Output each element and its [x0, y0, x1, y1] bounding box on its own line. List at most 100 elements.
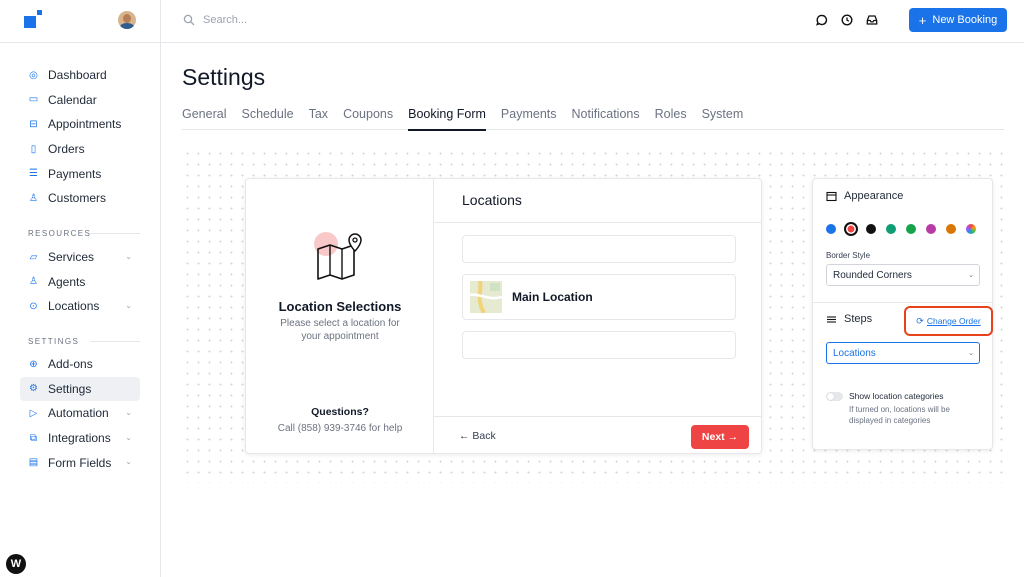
sidebar-item-settings[interactable]: ⚙ Settings	[20, 376, 140, 402]
inbox-icon: ⊟	[29, 118, 38, 130]
sidebar-item-label: Orders	[48, 142, 85, 157]
tab-general[interactable]: General	[182, 106, 226, 130]
sidebar-item-locations[interactable]: ⊙ Locations ⌄	[20, 294, 140, 319]
questions-title: Questions?	[311, 406, 369, 418]
preview-side-panel: Location Selections Please select a loca…	[246, 179, 434, 453]
sidebar-item-dashboard[interactable]: ◎ Dashboard	[20, 63, 140, 88]
locations-heading: Locations	[462, 192, 522, 208]
sidebar-item-label: Settings	[48, 381, 92, 396]
inbox-icon[interactable]	[865, 13, 879, 27]
chat-icon[interactable]	[815, 13, 829, 27]
sidebar-item-label: Form Fields	[48, 455, 112, 470]
plus-icon: +	[918, 12, 927, 28]
sidebar-item-services[interactable]: ▱ Services ⌄	[20, 245, 140, 270]
wordpress-icon[interactable]: W	[6, 554, 26, 574]
chevron-down-icon: ⌄	[968, 350, 974, 357]
color-swatch[interactable]	[926, 224, 936, 234]
page-title: Settings	[182, 64, 266, 90]
payments-icon: ☰	[29, 168, 38, 180]
border-style-value: Rounded Corners	[833, 269, 912, 281]
sidebar-item-label: Calendar	[48, 92, 97, 107]
settings-tabs: General Schedule Tax Coupons Booking For…	[182, 106, 1004, 131]
sidebar-item-form-fields[interactable]: ▤ Form Fields ⌄	[20, 450, 140, 475]
search-input[interactable]	[203, 11, 403, 29]
color-swatch[interactable]	[826, 224, 836, 234]
appearance-header: Appearance	[826, 190, 903, 202]
color-swatches	[826, 222, 986, 236]
steps-value: Locations	[833, 347, 876, 359]
refresh-icon: ⟳	[916, 315, 924, 326]
color-swatch[interactable]	[906, 224, 916, 234]
clock-icon[interactable]	[840, 13, 854, 27]
main-nav: ◎ Dashboard ▭ Calendar ⊟ Appointments ▯ Orde…	[20, 63, 140, 211]
tab-payments[interactable]: Payments	[501, 106, 557, 130]
sidebar: ◎ Dashboard ▭ Calendar ⊟ Appointments ▯ Orde…	[0, 0, 161, 577]
sidebar-item-label: Customers	[48, 191, 107, 206]
steps-label: Steps	[844, 313, 873, 325]
tab-roles[interactable]: Roles	[655, 106, 687, 130]
appearance-label: Appearance	[844, 190, 904, 202]
sidebar-item-payments[interactable]: ☰ Payments	[20, 161, 140, 186]
folder-icon: ▱	[29, 251, 38, 263]
chevron-down-icon: ⌄	[968, 272, 974, 279]
sidebar-item-orders[interactable]: ▯ Orders	[20, 137, 140, 162]
sidebar-item-label: Automation	[48, 406, 109, 421]
user-icon: ♙	[29, 192, 38, 204]
form-icon: ▤	[28, 457, 39, 469]
color-swatch[interactable]	[866, 224, 876, 234]
sidebar-item-integrations[interactable]: ⧉ Integrations ⌄	[20, 426, 140, 451]
next-button[interactable]: Next →	[691, 425, 749, 449]
tab-notifications[interactable]: Notifications	[572, 106, 640, 130]
tab-coupons[interactable]: Coupons	[343, 106, 393, 130]
tab-tax[interactable]: Tax	[309, 106, 328, 130]
color-picker-swatch[interactable]	[966, 224, 976, 234]
map-illustration-icon	[314, 232, 362, 280]
sidebar-item-agents[interactable]: ♙ Agents	[20, 270, 140, 295]
sidebar-item-appointments[interactable]: ⊟ Appointments	[20, 112, 140, 137]
sidebar-item-calendar[interactable]: ▭ Calendar	[20, 88, 140, 113]
tab-system[interactable]: System	[702, 106, 744, 130]
color-swatch[interactable]	[946, 224, 956, 234]
location-name: Main Location	[512, 290, 593, 304]
plus-circle-icon: ⊕	[29, 358, 38, 370]
chevron-down-icon: ⌄	[125, 408, 132, 418]
tab-schedule[interactable]: Schedule	[241, 106, 293, 130]
chevron-down-icon: ⌄	[125, 432, 132, 442]
dashboard-icon: ◎	[29, 69, 38, 81]
divider	[434, 416, 761, 417]
color-swatch-selected[interactable]	[844, 222, 858, 236]
sidebar-item-customers[interactable]: ♙ Customers	[20, 186, 140, 211]
chevron-down-icon: ⌄	[125, 252, 132, 261]
location-selections-subtitle: Please select a location for your appoin…	[280, 318, 400, 342]
avatar[interactable]	[118, 11, 136, 29]
sidebar-item-label: Dashboard	[48, 68, 107, 83]
new-booking-button[interactable]: + New Booking	[909, 8, 1007, 32]
border-style-select[interactable]: Rounded Corners ⌄	[826, 264, 980, 286]
steps-select[interactable]: Locations ⌄	[826, 342, 980, 364]
questions-phone: Call (858) 939-3746 for help	[277, 423, 403, 434]
calendar-icon: ▭	[28, 94, 39, 106]
new-booking-label: New Booking	[932, 14, 998, 26]
location-placeholder	[462, 235, 736, 263]
location-option-main[interactable]: Main Location	[462, 274, 736, 320]
app-logo[interactable]	[24, 10, 42, 28]
booking-form-preview: Location Selections Please select a loca…	[245, 178, 762, 454]
sidebar-item-label: Add-ons	[48, 357, 93, 372]
sidebar-item-automation[interactable]: ▷ Automation ⌄	[20, 401, 140, 426]
location-placeholder	[462, 331, 736, 359]
customization-panel: Appearance Border Style Rounded Corners …	[812, 178, 993, 450]
play-icon: ▷	[29, 407, 38, 419]
sidebar-item-label: Services	[48, 250, 95, 265]
preview-main: Locations Main Location ← Back Next →	[434, 179, 761, 453]
change-order-button[interactable]: ⟳ Change Order	[904, 306, 993, 336]
tab-booking-form[interactable]: Booking Form	[408, 106, 486, 131]
section-label-settings: SETTINGS	[28, 337, 140, 346]
show-location-categories-toggle[interactable]	[826, 392, 843, 401]
integrations-icon: ⧉	[29, 432, 38, 444]
gear-icon: ⚙	[29, 383, 38, 395]
sidebar-item-addons[interactable]: ⊕ Add-ons	[20, 352, 140, 377]
chevron-down-icon: ⌄	[125, 301, 132, 311]
back-button[interactable]: ← Back	[459, 430, 496, 442]
location-pin-icon: ⊙	[29, 300, 38, 312]
color-swatch[interactable]	[886, 224, 896, 234]
